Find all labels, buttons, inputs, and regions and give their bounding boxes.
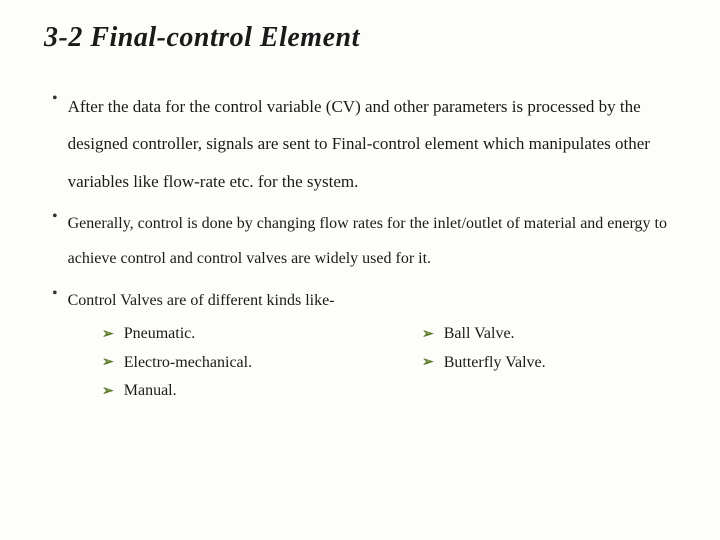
- arrow-icon: ➢: [102, 379, 114, 404]
- sub-label: Electro-mechanical.: [124, 349, 252, 378]
- bullet-item: • Control Valves are of different kinds …: [52, 283, 680, 318]
- sub-label: Pneumatic.: [124, 320, 196, 349]
- bullet-icon: •: [52, 208, 58, 226]
- sub-list-columns: ➢ Pneumatic. ➢ Electro-mechanical. ➢ Man…: [52, 320, 680, 406]
- sub-item: ➢ Manual.: [102, 377, 422, 406]
- slide: 3-2 Final-control Element • After the da…: [0, 0, 720, 426]
- sub-label: Manual.: [124, 377, 177, 406]
- arrow-icon: ➢: [422, 350, 434, 375]
- bullet-text: Control Valves are of different kinds li…: [68, 283, 335, 318]
- bullet-item: • After the data for the control variabl…: [52, 88, 680, 200]
- bullet-icon: •: [52, 285, 58, 303]
- sub-item: ➢ Butterfly Valve.: [422, 349, 680, 378]
- bullet-list: • After the data for the control variabl…: [44, 88, 680, 406]
- bullet-text: Generally, control is done by changing f…: [68, 206, 680, 276]
- sub-column-right: ➢ Ball Valve. ➢ Butterfly Valve.: [422, 320, 680, 406]
- sub-column-left: ➢ Pneumatic. ➢ Electro-mechanical. ➢ Man…: [52, 320, 422, 406]
- sub-item: ➢ Ball Valve.: [422, 320, 680, 349]
- sub-label: Ball Valve.: [444, 320, 515, 349]
- sub-label: Butterfly Valve.: [444, 349, 546, 378]
- arrow-icon: ➢: [422, 322, 434, 347]
- arrow-icon: ➢: [102, 322, 114, 347]
- slide-title: 3-2 Final-control Element: [44, 22, 680, 54]
- arrow-icon: ➢: [102, 350, 114, 375]
- bullet-icon: •: [52, 90, 58, 108]
- sub-item: ➢ Electro-mechanical.: [102, 349, 422, 378]
- bullet-item: • Generally, control is done by changing…: [52, 206, 680, 276]
- sub-item: ➢ Pneumatic.: [102, 320, 422, 349]
- bullet-text: After the data for the control variable …: [68, 88, 680, 200]
